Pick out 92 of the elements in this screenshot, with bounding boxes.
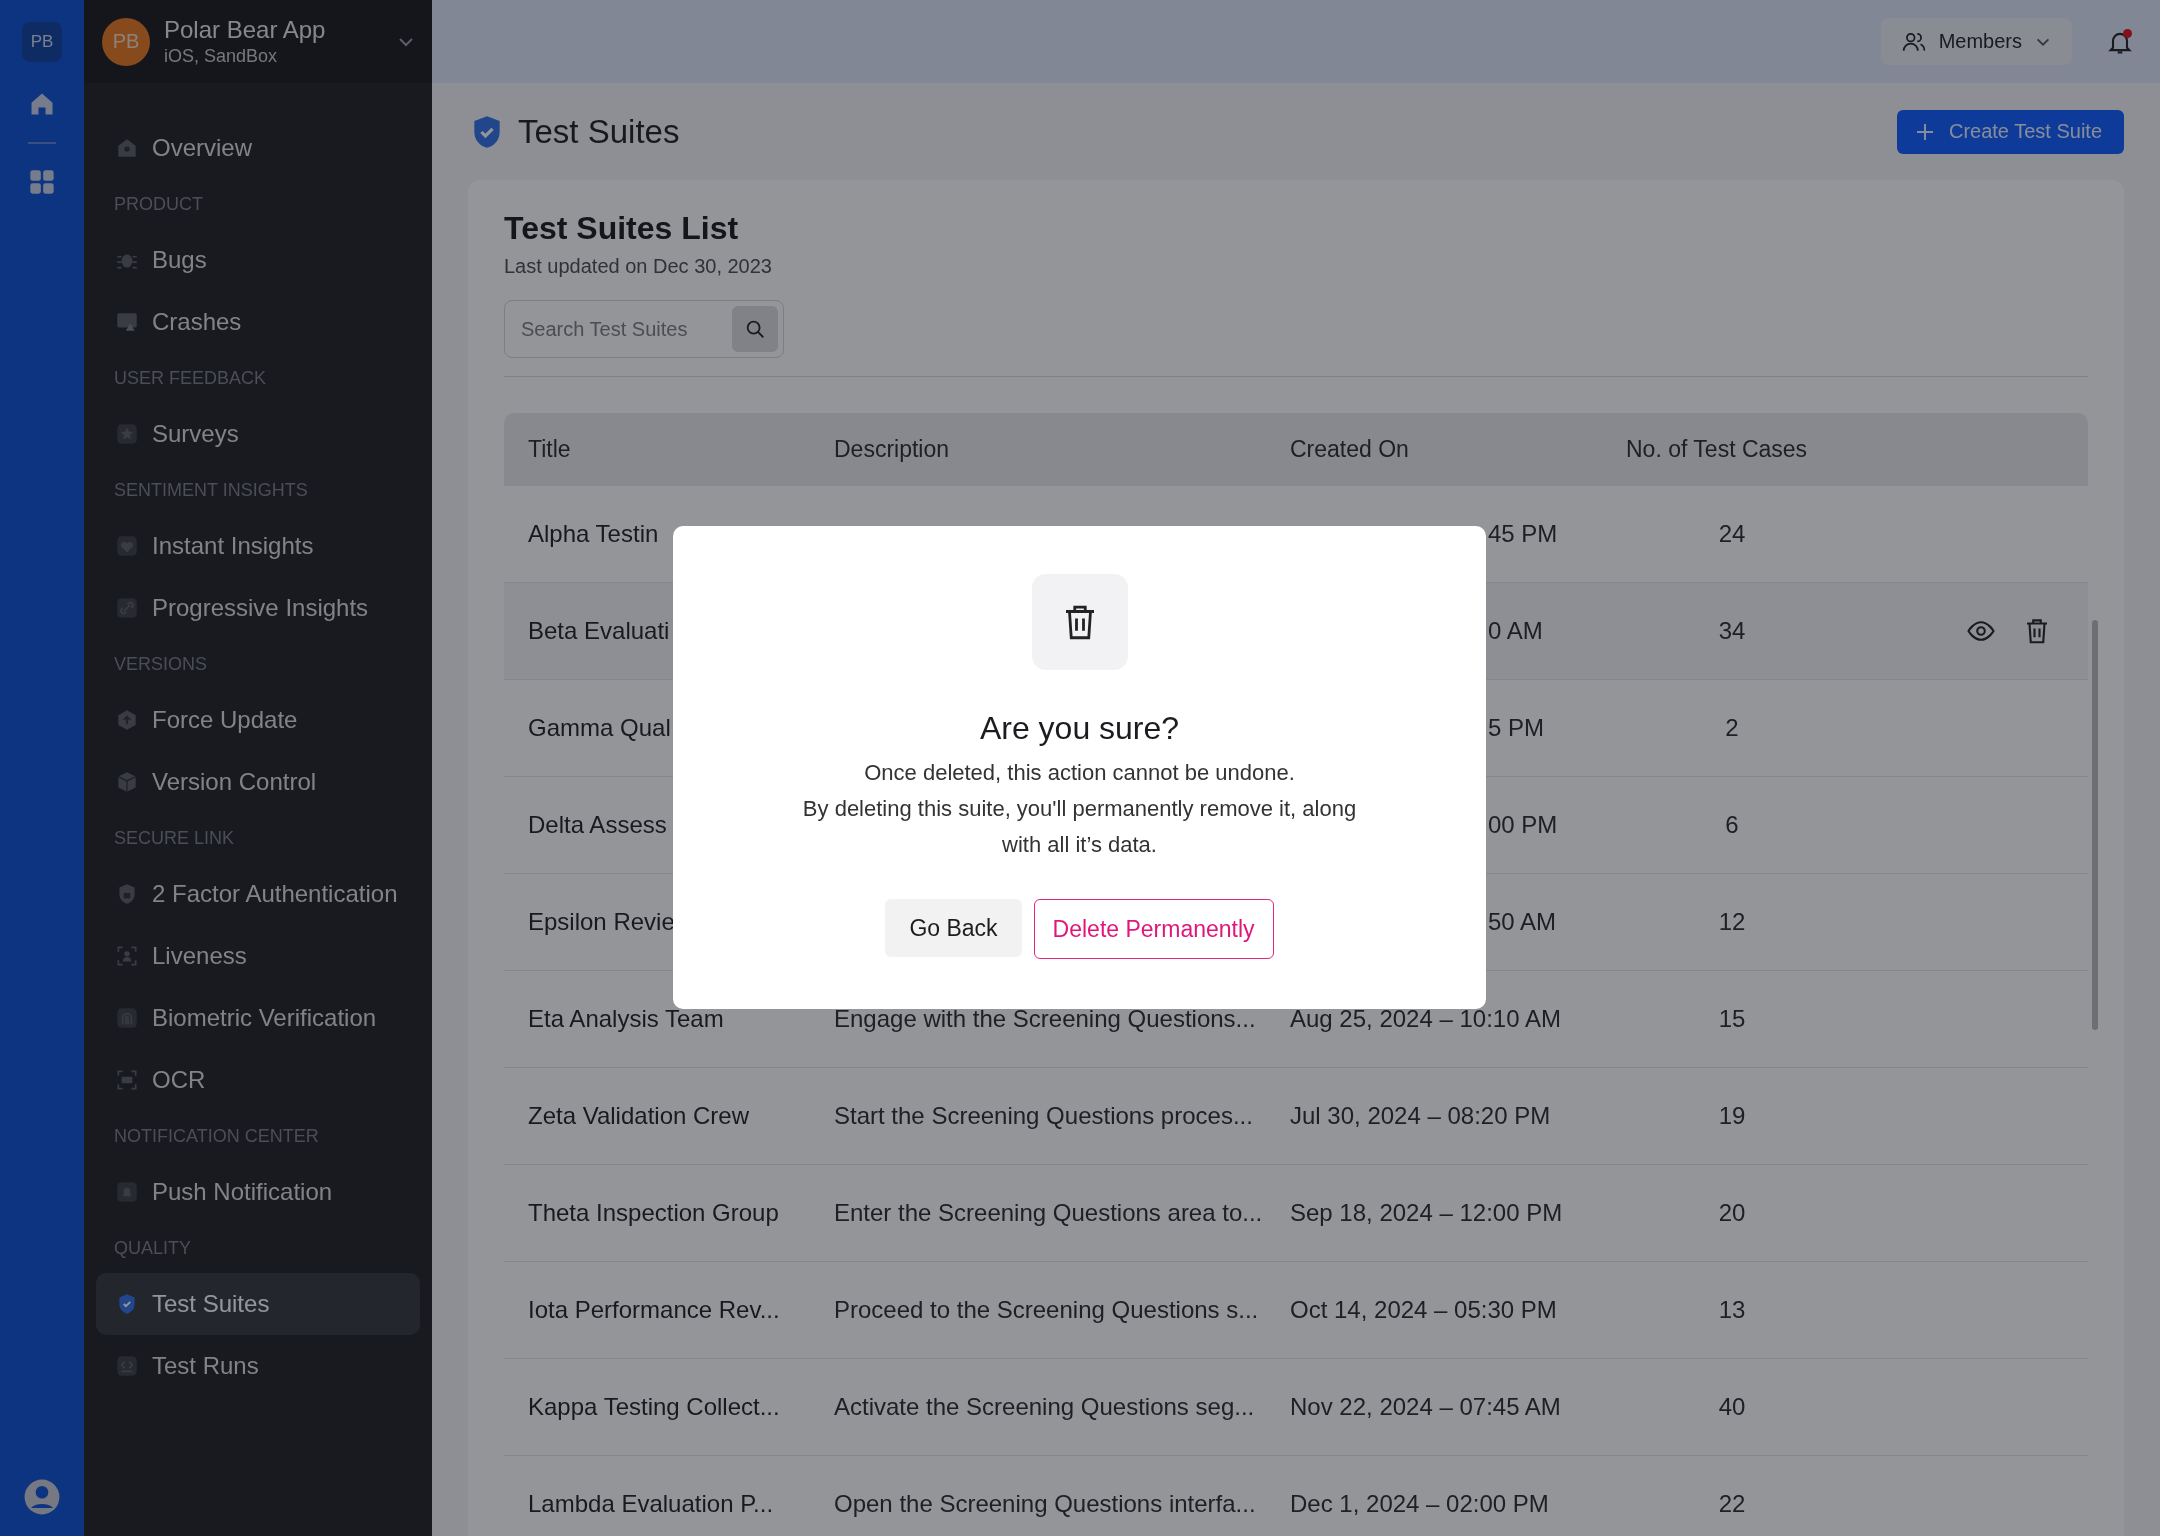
table-row[interactable]: Kappa Testing Collect... Activate the Screening Questions seg... Nov 22, 2024 – 07:45 AM 40: [504, 1359, 2088, 1456]
table-cell-text: Proceed to the Screening Questions s...: [833, 1296, 1260, 1324]
nav-icon: [114, 1179, 140, 1205]
table-cell-text: 34: [1717, 617, 1747, 645]
table-cell-text: Oct 14, 2024 – 05:30 PM: [1289, 1296, 1558, 1324]
table-cell-text: Start the Screening Questions proces...: [833, 1102, 1254, 1130]
table-cell-text: 15: [1717, 1005, 1747, 1033]
table-cell-text: Activate the Screening Questions seg...: [833, 1393, 1256, 1421]
nav-icon: [114, 1353, 140, 1379]
nav-item[interactable]: OCR: [96, 1049, 420, 1111]
go-back-button[interactable]: Go Back: [885, 899, 1022, 957]
table-cell-text: Lambda Evaluation P...: [527, 1490, 775, 1518]
nav-item[interactable]: Surveys: [96, 403, 420, 465]
table-cell-text: Aug 25, 2024 – 10:10 AM: [1289, 1005, 1562, 1033]
table-cell-text: 40: [1717, 1393, 1747, 1421]
scrollbar[interactable]: [2092, 620, 2098, 1030]
table-cell-text: Alpha Testin: [527, 520, 660, 548]
create-button[interactable]: Create Test Suite: [1896, 109, 2124, 154]
app-platform: iOS, SandBox: [164, 46, 279, 67]
members-button[interactable]: Members: [1880, 18, 2072, 65]
table-cell-text: 50 AM: [1487, 908, 1558, 936]
table-row[interactable]: Theta Inspection Group Enter the Screening Questions area to... Sep 18, 2024 – 12:00 PM 20: [504, 1165, 2088, 1262]
nav-item[interactable]: Liveness: [96, 925, 420, 987]
table-cell-text: 22: [1717, 1490, 1747, 1518]
workspace-badge[interactable]: PB: [22, 22, 62, 62]
table-cell-text: 00 PM: [1487, 811, 1559, 839]
table-cell-text: 13: [1717, 1296, 1747, 1324]
table-cell-text: Open the Screening Questions interfa...: [833, 1490, 1257, 1518]
dialog-title: Are you sure?: [979, 710, 1180, 747]
table-row[interactable]: Zeta Validation Crew Start the Screening Questions proces... Jul 30, 2024 – 08:20 PM 19: [504, 1068, 2088, 1165]
nav-item[interactable]: Overview: [96, 117, 420, 179]
nav-icon: [114, 1067, 140, 1093]
column-header: Description: [833, 436, 951, 463]
table-cell-text: 45 PM: [1487, 520, 1559, 548]
table-cell-text: 24: [1717, 520, 1747, 548]
nav-item[interactable]: Biometric Verification: [96, 987, 420, 1049]
table-cell-text: 6: [1724, 811, 1740, 839]
page-title: Test Suites: [518, 112, 681, 151]
table-cell-text: Zeta Validation Crew: [527, 1102, 750, 1130]
table-cell-text: Epsilon Revie: [527, 908, 676, 936]
table-cell-text: 0 AM: [1487, 617, 1544, 645]
nav-icon: [114, 1005, 140, 1031]
nav-item[interactable]: Force Update: [96, 689, 420, 751]
dialog-text: with all it’s data.: [1002, 831, 1157, 859]
table-cell-text: Eta Analysis Team: [527, 1005, 725, 1033]
nav-icon: [114, 943, 140, 969]
nav-item[interactable]: Push Notification: [96, 1161, 420, 1223]
table-cell-text: Beta Evaluati: [527, 617, 671, 645]
table-cell-text: Nov 22, 2024 – 07:45 AM: [1289, 1393, 1562, 1421]
table-cell-text: Engage with the Screening Questions...: [833, 1005, 1257, 1033]
table-cell-text: 20: [1717, 1199, 1747, 1227]
table-row[interactable]: Lambda Evaluation P... Open the Screening Questions interfa... Dec 1, 2024 – 02:00 PM 22: [504, 1456, 2088, 1536]
table-cell-text: Kappa Testing Collect...: [527, 1393, 781, 1421]
search-icon: [744, 318, 766, 340]
table-cell-text: Jul 30, 2024 – 08:20 PM: [1289, 1102, 1552, 1130]
table-cell-text: Enter the Screening Questions area to...: [833, 1199, 1264, 1227]
card-title: Test Suites List: [504, 210, 740, 247]
nav-item[interactable]: Version Control: [96, 751, 420, 813]
table-row[interactable]: Iota Performance Rev... Proceed to the Screening Questions s... Oct 14, 2024 – 05:30 PM 13: [504, 1262, 2088, 1359]
table-cell-text: 19: [1717, 1102, 1747, 1130]
delete-button[interactable]: Delete Permanently: [1033, 899, 1274, 959]
nav-item[interactable]: Crashes: [96, 291, 420, 353]
dialog-text: By deleting this suite, you'll permanently remove it, along: [802, 795, 1357, 823]
table-cell-text: Gamma Qual: [527, 714, 672, 742]
column-header: No. of Test Cases: [1625, 436, 1809, 463]
column-header: Title: [527, 436, 572, 463]
nav-item[interactable]: Test Runs: [96, 1335, 420, 1397]
user-icon[interactable]: [23, 1478, 61, 1516]
table-cell-text: 12: [1717, 908, 1747, 936]
table-cell-text: Delta Assess: [527, 811, 668, 839]
plus-icon: [1914, 121, 1935, 142]
updated-text: Last updated on Dec 30, 2023: [504, 255, 773, 278]
column-header: Created On: [1289, 436, 1410, 463]
table-cell-text: Sep 18, 2024 – 12:00 PM: [1289, 1199, 1564, 1227]
nav-icon: [114, 595, 140, 621]
nav-item[interactable]: Progressive Insights: [96, 577, 420, 639]
table-cell-text: 2: [1724, 714, 1740, 742]
table-cell-text: Dec 1, 2024 – 02:00 PM: [1289, 1490, 1550, 1518]
nav-icon: [114, 533, 140, 559]
app-name: Polar Bear App: [164, 16, 327, 44]
search-button[interactable]: [732, 306, 778, 352]
nav-item[interactable]: Bugs: [96, 229, 420, 291]
table-cell-text: Iota Performance Rev...: [527, 1296, 781, 1324]
table-cell-text: Theta Inspection Group: [527, 1199, 780, 1227]
grid-icon[interactable]: [28, 168, 56, 196]
table-cell-text: 5 PM: [1487, 714, 1545, 742]
nav-item[interactable]: Test Suites: [96, 1273, 420, 1335]
nav-item[interactable]: Instant Insights: [96, 515, 420, 577]
nav-item[interactable]: 2 Factor Authentication: [96, 863, 420, 925]
nav-icon: [114, 421, 140, 447]
dialog-text: Once deleted, this action cannot be undone.: [864, 759, 1295, 787]
bell-icon[interactable]: [2106, 27, 2134, 56]
